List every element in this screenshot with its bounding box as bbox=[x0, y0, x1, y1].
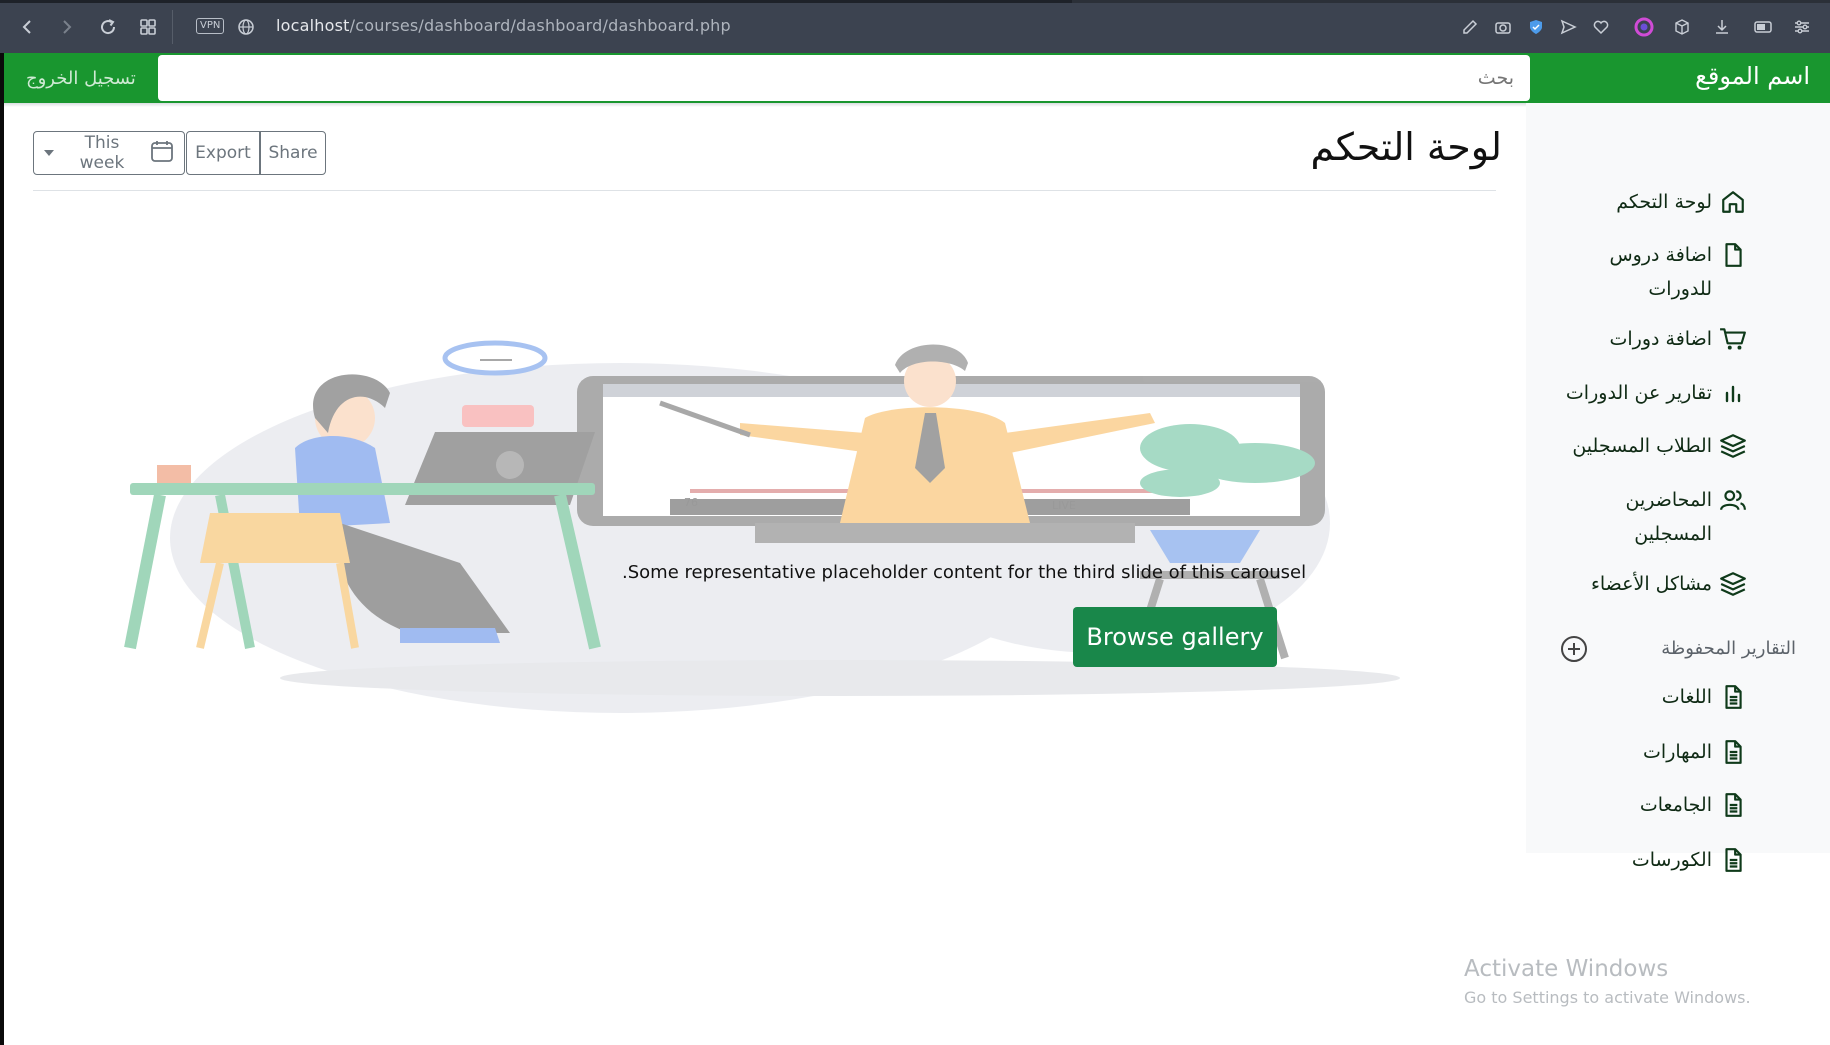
bar-chart-icon bbox=[1718, 376, 1748, 410]
watermark-subtitle: Go to Settings to activate Windows. bbox=[1464, 988, 1751, 1007]
watermark-title: Activate Windows bbox=[1464, 956, 1669, 982]
saved-report-universities[interactable]: الجامعات bbox=[1640, 788, 1748, 822]
tab-strip-rest bbox=[1072, 0, 1830, 3]
sidebar-item-reports[interactable]: تقارير عن الدورات bbox=[1566, 376, 1748, 410]
search-input[interactable] bbox=[158, 55, 1530, 101]
sidebar-item-dashboard[interactable]: لوحة التحكم bbox=[1616, 185, 1748, 219]
page-title: لوحة التحكم bbox=[1310, 125, 1502, 169]
cart-icon bbox=[1718, 322, 1748, 356]
url-path: /courses/dashboard/dashboard/dashboard.p… bbox=[349, 16, 731, 35]
saved-report-label: المهارات bbox=[1643, 741, 1712, 763]
home-icon bbox=[1718, 185, 1748, 219]
file-text-icon bbox=[1718, 843, 1748, 877]
tab-strip bbox=[0, 0, 1072, 3]
sidebar-item-label: لوحة التحكم bbox=[1616, 191, 1712, 213]
layers-icon bbox=[1718, 567, 1748, 601]
sidebar-item-label: اضافة دروس للدورات bbox=[1609, 244, 1712, 300]
send-icon[interactable] bbox=[1556, 15, 1580, 39]
sidebar-item-add-courses[interactable]: اضافة دورات bbox=[1610, 322, 1749, 356]
logout-link[interactable]: تسجيل الخروج bbox=[26, 68, 136, 89]
url-host: localhost bbox=[276, 16, 350, 35]
top-navbar: اسم الموقع تسجيل الخروج bbox=[4, 53, 1830, 107]
file-text-icon bbox=[1718, 735, 1748, 769]
file-text-icon bbox=[1718, 788, 1748, 822]
toolbar-separator bbox=[172, 10, 173, 44]
site-brand[interactable]: اسم الموقع bbox=[1695, 62, 1810, 90]
sidebar-item-label: مشاكل الأعضاء bbox=[1590, 573, 1712, 595]
saved-report-languages[interactable]: اللغات bbox=[1662, 680, 1748, 714]
vpn-badge[interactable]: VPN bbox=[196, 18, 225, 34]
users-icon bbox=[1718, 483, 1748, 517]
calendar-icon bbox=[150, 139, 174, 168]
period-label: This week bbox=[79, 133, 125, 173]
caret-down-icon bbox=[44, 150, 54, 156]
browser-toolbar: VPN localhost/courses/dashboard/dashboar… bbox=[0, 0, 1830, 53]
forward-icon[interactable] bbox=[54, 15, 78, 39]
carousel-caption: .Some representative placeholder content… bbox=[622, 562, 1307, 583]
sidebar-item-label: تقارير عن الدورات bbox=[1565, 382, 1712, 404]
browse-gallery-button[interactable]: Browse gallery bbox=[1073, 607, 1277, 667]
page: اسم الموقع تسجيل الخروج لوحة التحكم اضاف… bbox=[0, 53, 1830, 1045]
share-button[interactable]: Share bbox=[260, 131, 326, 175]
layers-icon bbox=[1718, 429, 1748, 463]
sidebar-item-member-issues[interactable]: مشاكل الأعضاء bbox=[1591, 567, 1748, 601]
window-edge bbox=[0, 53, 4, 1045]
export-button[interactable]: Export bbox=[186, 131, 260, 175]
add-report-icon[interactable] bbox=[1560, 635, 1588, 663]
file-text-icon bbox=[1718, 680, 1748, 714]
video-count: 76 bbox=[684, 496, 698, 509]
sidebar: لوحة التحكم اضافة دروس للدورات اضافة دور… bbox=[1526, 103, 1830, 872]
live-label: LIVE bbox=[1052, 499, 1076, 512]
sidebar-item-label: المحاضرين المسجلين bbox=[1625, 489, 1712, 545]
saved-report-skills[interactable]: المهارات bbox=[1643, 735, 1748, 769]
saved-report-courses[interactable]: الكورسات bbox=[1632, 843, 1748, 877]
back-icon[interactable] bbox=[16, 15, 40, 39]
globe-icon[interactable] bbox=[234, 15, 258, 39]
settings-sliders-icon[interactable] bbox=[1790, 15, 1814, 39]
download-icon[interactable] bbox=[1710, 15, 1734, 39]
heart-icon[interactable] bbox=[1589, 15, 1613, 39]
reload-icon[interactable] bbox=[96, 15, 120, 39]
windows-watermark: Activate Windows Go to Settings to activ… bbox=[1464, 956, 1751, 1007]
sidebar-item-students[interactable]: الطلاب المسجلين bbox=[1572, 429, 1748, 463]
battery-icon[interactable] bbox=[1752, 15, 1776, 39]
saved-report-label: الجامعات bbox=[1639, 794, 1712, 816]
aria-icon[interactable] bbox=[1632, 15, 1656, 39]
carousel-slide-image: 76 LIVE bbox=[124, 340, 1400, 713]
saved-report-label: الكورسات bbox=[1631, 849, 1712, 871]
saved-report-label: اللغات bbox=[1661, 686, 1712, 708]
sidebar-item-label: اضافة دورات bbox=[1609, 328, 1713, 350]
tabs-grid-icon[interactable] bbox=[136, 15, 160, 39]
header-divider bbox=[33, 190, 1496, 191]
shield-icon[interactable] bbox=[1524, 15, 1548, 39]
sidebar-item-lecturers[interactable]: المحاضرين المسجلين bbox=[1562, 483, 1748, 551]
address-bar[interactable]: localhost/courses/dashboard/dashboard/da… bbox=[276, 16, 731, 35]
saved-reports-heading: التقارير المحفوظة bbox=[1661, 638, 1796, 659]
camera-icon[interactable] bbox=[1491, 15, 1515, 39]
toolbar-buttons: This week Export Share bbox=[33, 131, 326, 175]
cube-icon[interactable] bbox=[1670, 15, 1694, 39]
edit-icon[interactable] bbox=[1458, 15, 1482, 39]
sidebar-item-label: الطلاب المسجلين bbox=[1572, 435, 1712, 457]
file-icon bbox=[1718, 238, 1748, 272]
period-dropdown-button[interactable]: This week bbox=[33, 131, 185, 175]
sidebar-item-add-lessons[interactable]: اضافة دروس للدورات bbox=[1562, 238, 1748, 306]
